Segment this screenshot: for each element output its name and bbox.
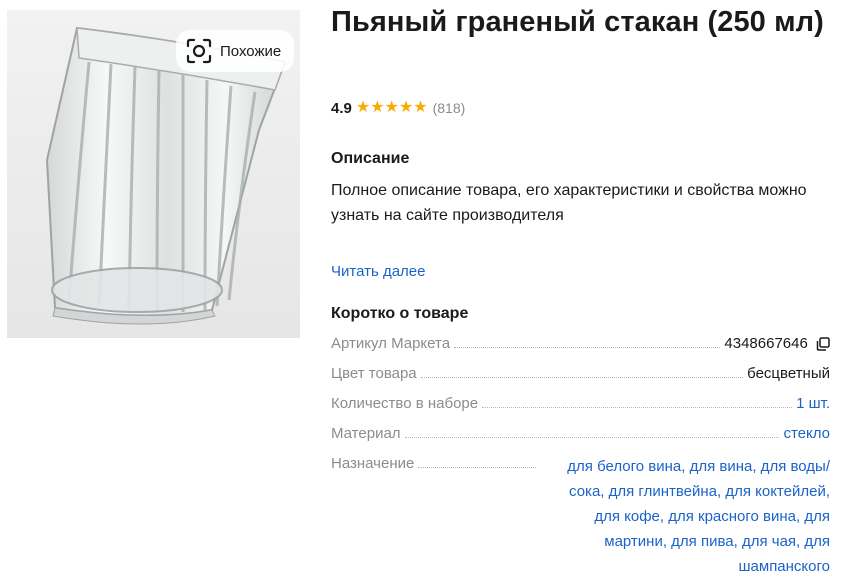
similar-button[interactable]: Похожие (176, 30, 294, 72)
spec-row-purpose: Назначение для белого вина, для вина, дл… (331, 454, 830, 577)
spec-label: Материал (331, 425, 401, 442)
rating-stars: ★ ★ ★ ★ ★ (356, 100, 428, 116)
spec-value-link[interactable]: для белого вина, для вина, для воды/ сок… (540, 454, 830, 577)
spec-row-quantity: Количество в наборе 1 шт. (331, 394, 830, 424)
spec-label: Артикул Маркета (331, 335, 451, 352)
star-icon: ★ (398, 99, 414, 116)
specs-list: Артикул Маркета 4348667646 Цвет товара б… (331, 334, 830, 577)
spec-value: бесцветный (747, 365, 830, 382)
spec-row-color: Цвет товара бесцветный (331, 364, 830, 394)
similar-label: Похожие (220, 42, 282, 60)
rating-count[interactable]: (818) (433, 100, 466, 116)
spec-value-link[interactable]: стекло (783, 424, 830, 444)
spec-dots (482, 394, 793, 408)
product-title: Пьяный граненый стакан (250 мл) (331, 6, 824, 38)
spec-row-material: Материал стекло (331, 424, 830, 454)
camera-scan-icon (186, 38, 212, 64)
specs-heading: Коротко о товаре (331, 305, 469, 322)
description-heading: Описание (331, 150, 410, 167)
spec-value-link[interactable]: 1 шт. (796, 394, 830, 414)
product-image[interactable]: Похожие (7, 10, 300, 338)
spec-label: Количество в наборе (331, 395, 479, 412)
star-icon: ★ (370, 99, 385, 116)
copy-icon[interactable] (816, 337, 830, 351)
star-icon: ★ (355, 99, 371, 116)
read-more-link[interactable]: Читать далее (331, 263, 425, 280)
description-text: Полное описание товара, его характеристи… (331, 182, 807, 224)
spec-dots (418, 454, 536, 468)
spec-dots (404, 424, 780, 438)
spec-label: Цвет товара (331, 365, 417, 382)
spec-value[interactable]: 4348667646 (724, 334, 830, 354)
star-icon: ★ (384, 99, 399, 116)
spec-dots (454, 334, 721, 348)
rating-row[interactable]: 4.9 ★ ★ ★ ★ ★ (818) (331, 97, 465, 119)
rating-value: 4.9 (331, 99, 352, 117)
spec-dots (420, 364, 744, 378)
article-number: 4348667646 (724, 335, 808, 352)
spec-row-article: Артикул Маркета 4348667646 (331, 334, 830, 364)
spec-label: Назначение (331, 455, 415, 472)
star-icon: ★ (413, 99, 428, 116)
